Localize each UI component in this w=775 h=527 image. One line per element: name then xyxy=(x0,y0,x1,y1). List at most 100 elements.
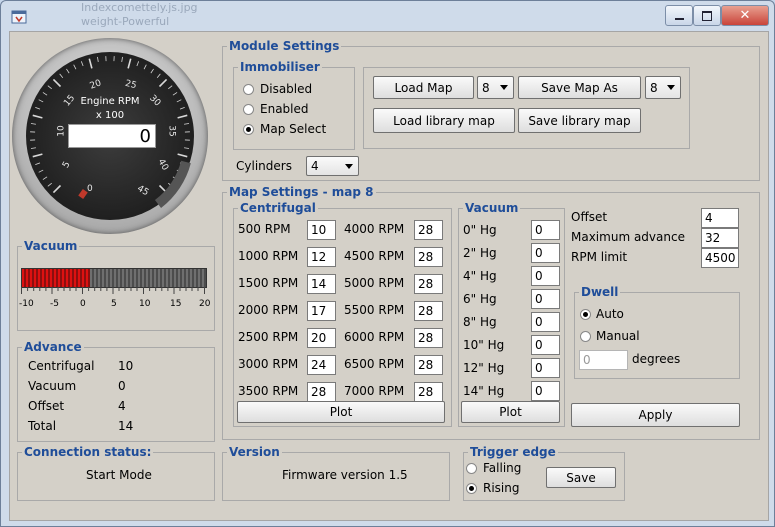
immobiliser-disabled-radio[interactable] xyxy=(243,84,254,95)
map-settings-title: Map Settings - map 8 xyxy=(229,185,374,199)
centrifugal-advance-field[interactable]: 28 xyxy=(307,382,336,402)
apply-button[interactable]: Apply xyxy=(571,403,740,427)
gauge-tick-mark xyxy=(172,92,178,96)
load-map-select[interactable]: 8 xyxy=(477,76,514,99)
centrifugal-advance-field[interactable]: 28 xyxy=(414,355,443,375)
gauge-tick-mark xyxy=(158,78,168,88)
cylinders-select-value: 4 xyxy=(311,159,319,173)
centrifugal-advance-field[interactable]: 17 xyxy=(307,301,336,321)
centrifugal-rpm-label: 2500 RPM xyxy=(238,330,299,344)
module-settings-title: Module Settings xyxy=(229,39,340,53)
rpm-limit-field[interactable]: 4500 xyxy=(701,248,739,268)
centrifugal-rpm-label: 4500 RPM xyxy=(344,249,405,263)
centrifugal-advance-field[interactable]: 28 xyxy=(414,301,443,321)
gauge-tick-mark xyxy=(184,123,190,125)
gauge-title: Engine RPM xyxy=(80,96,140,107)
dwell-degrees-label: degrees xyxy=(632,352,681,366)
centrifugal-advance-field[interactable]: 14 xyxy=(307,274,336,294)
save-library-map-button[interactable]: Save library map xyxy=(518,108,641,133)
immobiliser-enabled-radio[interactable] xyxy=(243,104,254,115)
vacuum-hg-label: 10" Hg xyxy=(463,338,505,352)
centrifugal-rpm-label: 3000 RPM xyxy=(238,357,299,371)
immobiliser-mapselect-label: Map Select xyxy=(260,122,327,136)
vacuum-advance-field[interactable]: 0 xyxy=(531,312,560,332)
centrifugal-rpm-label: 2000 RPM xyxy=(238,303,299,317)
vacuum-advance-field[interactable]: 0 xyxy=(531,243,560,263)
immobiliser-mapselect-radio[interactable] xyxy=(243,124,254,135)
rpm-gauge: 0 5 10 15 20 25 30 35 40 45 Engine RPM x… xyxy=(12,38,208,234)
trigger-falling-radio[interactable] xyxy=(466,463,477,474)
gauge-tick-mark xyxy=(136,61,140,67)
vacuum-scale-label: 0 xyxy=(80,299,86,309)
gauge-tick-mark xyxy=(73,64,77,70)
centrifugal-advance-field[interactable]: 12 xyxy=(307,247,336,267)
centrifugal-advance-field[interactable]: 28 xyxy=(414,328,443,348)
centrifugal-plot-button[interactable]: Plot xyxy=(237,401,445,423)
save-map-as-button[interactable]: Save Map As xyxy=(518,76,641,99)
cylinders-select[interactable]: 4 xyxy=(306,156,359,176)
dwell-auto-radio[interactable] xyxy=(580,309,591,320)
gauge-tick-mark xyxy=(30,123,36,125)
max-advance-field[interactable]: 32 xyxy=(701,228,739,248)
rpm-gauge-face: 0 5 10 15 20 25 30 35 40 45 Engine RPM x… xyxy=(26,52,194,220)
gauge-tick-10: 10 xyxy=(56,125,67,137)
gauge-tick-mark xyxy=(156,73,161,78)
gauge-tick-mark xyxy=(32,153,43,158)
close-icon: ✕ xyxy=(739,8,751,23)
vacuum-advance-field[interactable]: 0 xyxy=(531,220,560,240)
gauge-tick-mark xyxy=(143,64,147,70)
maximize-button[interactable] xyxy=(693,5,721,26)
dwell-manual-radio[interactable] xyxy=(580,331,591,342)
vacuum-bar-fill xyxy=(22,269,91,287)
gauge-tick-mark xyxy=(127,58,132,69)
load-library-map-button[interactable]: Load library map xyxy=(373,108,515,133)
gauge-tick-mark xyxy=(80,61,84,67)
gauge-tick-mark xyxy=(52,184,62,194)
gauge-tick-mark xyxy=(59,73,64,78)
save-map-select-value: 8 xyxy=(650,80,658,95)
centrifugal-advance-field[interactable]: 28 xyxy=(414,220,443,240)
vacuum-scale-label: -10 xyxy=(19,299,34,309)
vacuum-advance-field[interactable]: 0 xyxy=(531,289,560,309)
vacuum-hg-label: 0" Hg xyxy=(463,223,497,237)
centrifugal-rpm-label: 1500 RPM xyxy=(238,276,299,290)
offset-field[interactable]: 4 xyxy=(701,208,739,228)
dwell-degrees-field[interactable]: 0 xyxy=(579,350,628,370)
centrifugal-advance-field[interactable]: 10 xyxy=(307,220,336,240)
trigger-rising-radio[interactable] xyxy=(466,483,477,494)
vacuum-advance-field[interactable]: 0 xyxy=(531,358,560,378)
gauge-tick-mark xyxy=(30,147,36,149)
gauge-tick-0: 0 xyxy=(87,184,93,194)
centrifugal-advance-field[interactable]: 28 xyxy=(414,382,443,402)
centrifugal-advance-field[interactable]: 28 xyxy=(414,247,443,267)
vacuum-advance-field[interactable]: 0 xyxy=(531,266,560,286)
gauge-tick-mark xyxy=(47,182,52,187)
gauge-tick-mark xyxy=(52,78,62,88)
chevron-down-icon xyxy=(345,164,353,169)
advance-label: Centrifugal xyxy=(28,359,95,373)
close-button[interactable]: ✕ xyxy=(721,5,769,26)
centrifugal-rpm-label: 5000 RPM xyxy=(344,276,405,290)
save-map-select[interactable]: 8 xyxy=(645,76,681,99)
centrifugal-rpm-label: 6000 RPM xyxy=(344,330,405,344)
vacuum-advance-field[interactable]: 0 xyxy=(531,381,560,401)
trigger-save-button[interactable]: Save xyxy=(546,467,616,488)
minimize-button[interactable] xyxy=(665,5,693,26)
centrifugal-title: Centrifugal xyxy=(240,201,316,215)
gauge-tick-mark xyxy=(35,106,41,110)
vacuum-advance-field[interactable]: 0 xyxy=(531,335,560,355)
vacuum-bar-ticks xyxy=(21,287,205,294)
gauge-tick-mark xyxy=(88,58,93,69)
gauge-tick-mark xyxy=(177,153,188,158)
gauge-tick-mark xyxy=(38,169,44,173)
version-title: Version xyxy=(229,445,280,459)
vacuum-plot-button[interactable]: Plot xyxy=(461,401,560,423)
gauge-tick-mark xyxy=(179,106,185,110)
centrifugal-advance-field[interactable]: 28 xyxy=(414,274,443,294)
chevron-down-icon xyxy=(667,85,675,90)
centrifugal-advance-field[interactable]: 24 xyxy=(307,355,336,375)
trigger-falling-label: Falling xyxy=(483,461,522,475)
load-map-button[interactable]: Load Map xyxy=(373,76,474,99)
firmware-version: Firmware version 1.5 xyxy=(282,468,408,482)
centrifugal-advance-field[interactable]: 20 xyxy=(307,328,336,348)
